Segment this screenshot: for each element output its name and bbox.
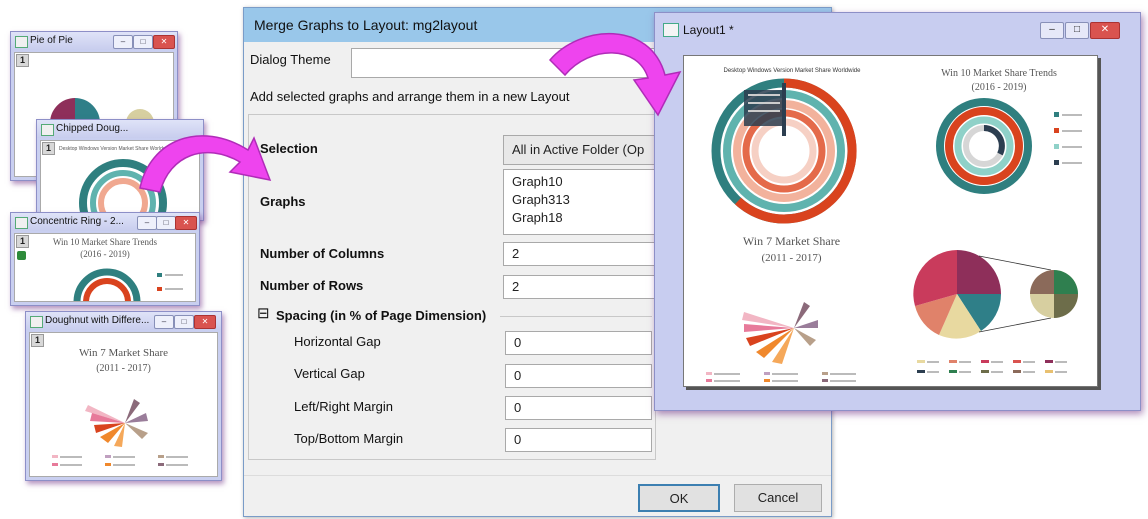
graph-icon — [30, 316, 43, 328]
close-button[interactable]: ✕ — [194, 315, 216, 329]
layer-badge[interactable]: 1 — [16, 54, 29, 67]
layout-panel-2-subtitle: (2016 - 2019) — [971, 82, 1027, 93]
graph-list-item[interactable]: Graph18 — [512, 209, 654, 227]
layout-window-titlebar[interactable]: Layout1 * – □ ✕ — [655, 13, 1140, 43]
flow-arrow-icon — [548, 33, 682, 117]
columns-input[interactable]: 2 — [503, 242, 663, 266]
layout-panel-4-chart — [913, 250, 1078, 373]
graph-window-titlebar[interactable]: Pie of Pie – □ ✕ — [11, 32, 177, 50]
graph-page: 1 Win 10 Market Share Trends (2016 - 201… — [14, 233, 196, 302]
graph-window-titlebar[interactable]: Doughnut with Differe... – □ ✕ — [26, 312, 221, 330]
graph-icon — [15, 217, 28, 229]
graph-list-item[interactable]: Graph10 — [512, 173, 654, 191]
graph-window-title: Pie of Pie — [30, 35, 73, 46]
layout-panel-1-title: Desktop Windows Version Market Share Wor… — [723, 68, 861, 74]
vertical-gap-label: Vertical Gap — [294, 366, 365, 381]
layout-panel-3-subtitle: (2011 - 2017) — [761, 252, 822, 264]
dialog-theme-label: Dialog Theme — [250, 52, 331, 67]
selection-combo[interactable]: All in Active Folder (Op — [503, 135, 663, 165]
graph-subtitle: (2016 - 2019) — [80, 249, 130, 259]
horizontal-gap-label: Horizontal Gap — [294, 334, 381, 349]
graph-window-title: Doughnut with Differe... — [45, 315, 150, 326]
ok-button[interactable]: OK — [638, 484, 720, 512]
dialog-title: Merge Graphs to Layout: mg2layout — [254, 17, 478, 33]
layout-panel-3-chart — [706, 302, 856, 382]
graph-subtitle: (2011 - 2017) — [96, 363, 151, 374]
minimize-button[interactable]: – — [154, 315, 174, 329]
layout-panel-2-title: Win 10 Market Share Trends — [941, 68, 1057, 79]
layer-badge[interactable]: 1 — [31, 334, 44, 347]
layout-panel-1-chart — [711, 78, 857, 224]
minimize-button[interactable]: – — [137, 216, 157, 230]
graph-icon — [41, 124, 54, 136]
minimize-button[interactable]: – — [113, 35, 133, 49]
layout-panel-3-title: Win 7 Market Share — [742, 234, 841, 248]
rows-label: Number of Rows — [260, 278, 364, 293]
top-bottom-margin-label: Top/Bottom Margin — [294, 431, 404, 446]
maximize-button[interactable]: □ — [174, 315, 194, 329]
graph-list-item[interactable]: Graph313 — [512, 191, 654, 209]
top-bottom-margin-input[interactable]: 0 — [505, 428, 652, 452]
close-button[interactable]: ✕ — [1090, 22, 1120, 39]
maximize-button[interactable]: □ — [156, 216, 176, 230]
close-button[interactable]: ✕ — [175, 216, 197, 230]
cancel-button[interactable]: Cancel — [734, 484, 822, 512]
columns-label: Number of Columns — [260, 246, 385, 261]
layout-panel-2-chart — [936, 98, 1082, 194]
group-divider — [500, 316, 652, 317]
graph-title: Win 7 Market Share — [78, 347, 169, 359]
dialog-description: Add selected graphs and arrange them in … — [250, 89, 570, 104]
horizontal-gap-input[interactable]: 0 — [505, 331, 652, 355]
graph-title: Win 10 Market Share Trends — [52, 237, 158, 247]
spacing-group-label: Spacing (in % of Page Dimension) — [276, 308, 487, 323]
graph-window-title: Chipped Doug... — [56, 123, 129, 134]
maximize-button[interactable]: □ — [1065, 22, 1089, 39]
layer-badge[interactable]: 1 — [42, 142, 55, 155]
graph-page: 1 Win 7 Market Share (2011 - 2017) — [29, 332, 218, 477]
layout-page: Desktop Windows Version Market Share Wor… — [683, 55, 1098, 387]
flow-arrow-icon — [139, 135, 272, 193]
spacing-collapse-toggle[interactable]: ⊟ — [257, 304, 270, 322]
layout-window[interactable]: Layout1 * – □ ✕ Desktop Windows Version … — [654, 12, 1141, 411]
graphs-list[interactable]: Graph10 Graph313 Graph18 — [503, 169, 663, 235]
graph-window-concentric-ring[interactable]: Concentric Ring - 2... – □ ✕ 1 Win 10 Ma… — [10, 212, 200, 306]
left-right-margin-input[interactable]: 0 — [505, 396, 652, 420]
graph-window-title: Concentric Ring - 2... — [30, 216, 124, 227]
vertical-gap-input[interactable]: 0 — [505, 364, 652, 388]
close-button[interactable]: ✕ — [153, 35, 175, 49]
rows-input[interactable]: 2 — [503, 275, 663, 299]
graph-window-doughnut[interactable]: Doughnut with Differe... – □ ✕ 1 Win 7 M… — [25, 311, 222, 481]
graph-icon — [15, 36, 28, 48]
left-right-margin-label: Left/Right Margin — [294, 399, 393, 414]
maximize-button[interactable]: □ — [133, 35, 153, 49]
minimize-button[interactable]: – — [1040, 22, 1064, 39]
graph-window-titlebar[interactable]: Concentric Ring - 2... – □ ✕ — [11, 213, 199, 231]
